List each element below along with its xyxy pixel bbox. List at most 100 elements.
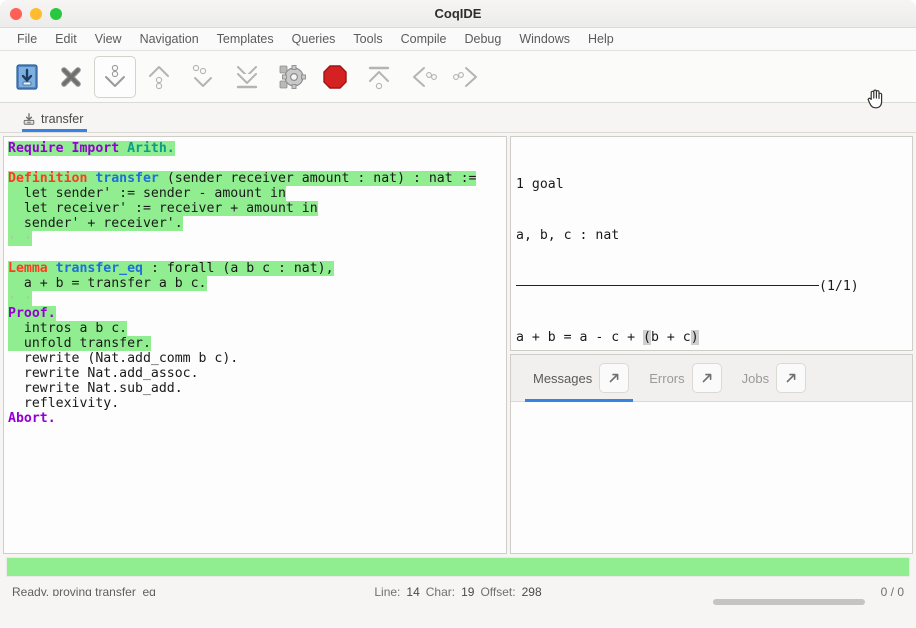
code-line: intros a b c. bbox=[8, 321, 506, 336]
message-pane: Messages Errors Jobs bbox=[510, 354, 913, 554]
detach-jobs-button[interactable] bbox=[776, 363, 807, 393]
close-document-button[interactable] bbox=[50, 56, 92, 98]
code-token: let sender' := sender - amount in bbox=[8, 186, 286, 201]
tab-messages-label: Messages bbox=[533, 370, 593, 386]
code-line: rewrite Nat.add_assoc. bbox=[8, 366, 506, 381]
restart-button[interactable] bbox=[358, 56, 400, 98]
compile-button[interactable] bbox=[270, 56, 312, 98]
goal-separator-row: (1/1) bbox=[516, 278, 912, 295]
message-tabbar: Messages Errors Jobs bbox=[511, 355, 912, 402]
code-token: let receiver' := receiver + amount in bbox=[8, 201, 318, 216]
code-line: let receiver' := receiver + amount in bbox=[8, 201, 506, 216]
code-token: transfer bbox=[95, 171, 159, 186]
code-token: transfer_eq bbox=[55, 261, 143, 276]
go-to-cursor-button[interactable] bbox=[182, 56, 224, 98]
close-document-icon bbox=[61, 66, 81, 87]
code-line: · · bbox=[8, 291, 506, 306]
menu-help[interactable]: Help bbox=[579, 30, 623, 48]
interrupt-stop-icon bbox=[323, 64, 347, 89]
menu-debug[interactable]: Debug bbox=[455, 30, 510, 48]
right-column: 1 goal a, b, c : nat (1/1) a + b = a - c… bbox=[510, 136, 913, 554]
code-line: Definition transfer (sender receiver amo… bbox=[8, 171, 506, 186]
main-split: Require Import Arith. Definition transfe… bbox=[0, 133, 916, 557]
next-error-button[interactable] bbox=[446, 56, 488, 98]
goal-close-paren: ) bbox=[690, 330, 699, 345]
code-token: Lemma bbox=[8, 261, 48, 276]
menu-file[interactable]: File bbox=[8, 30, 46, 48]
tab-jobs-label: Jobs bbox=[741, 370, 770, 386]
statusbar: Ready, proving transfer_eq Line: 14 Char… bbox=[0, 577, 916, 607]
code-token: · · bbox=[8, 291, 32, 306]
code-line: a + b = transfer a b c. bbox=[8, 276, 506, 291]
window-title: CoqIDE bbox=[434, 6, 482, 21]
code-token: Abort. bbox=[8, 411, 56, 426]
code-line: Lemma transfer_eq : forall (a b c : nat)… bbox=[8, 261, 506, 276]
code-line: · · bbox=[8, 231, 506, 246]
document-tabstrip: transfer bbox=[0, 103, 916, 133]
previous-error-icon bbox=[413, 66, 437, 87]
goal-index: (1/1) bbox=[819, 279, 859, 294]
window-controls bbox=[0, 7, 62, 20]
code-token: Require Import bbox=[8, 141, 120, 156]
code-line: unfold transfer. bbox=[8, 336, 506, 351]
menu-navigation[interactable]: Navigation bbox=[131, 30, 208, 48]
code-line: sender' + receiver'. bbox=[8, 216, 506, 231]
backward-one-step-icon bbox=[149, 65, 169, 89]
code-token: · · bbox=[8, 231, 32, 246]
document-tab-transfer[interactable]: transfer bbox=[18, 104, 95, 132]
menu-queries[interactable]: Queries bbox=[283, 30, 345, 48]
minimize-button[interactable] bbox=[30, 7, 42, 20]
code-line: Proof. bbox=[8, 306, 506, 321]
backward-one-step-button[interactable] bbox=[138, 56, 180, 98]
code-token: rewrite (Nat.add_comm b c). bbox=[8, 351, 239, 366]
coqide-window: CoqIDE File Edit View Navigation Templat… bbox=[0, 0, 916, 628]
menu-edit[interactable]: Edit bbox=[46, 30, 86, 48]
save-button[interactable] bbox=[6, 56, 48, 98]
maximize-button[interactable] bbox=[50, 7, 62, 20]
close-button[interactable] bbox=[10, 7, 22, 20]
script-editor-text[interactable]: Require Import Arith. Definition transfe… bbox=[4, 137, 506, 426]
tab-errors[interactable]: Errors bbox=[639, 355, 731, 402]
code-line: Require Import Arith. bbox=[8, 141, 506, 156]
code-token bbox=[119, 141, 128, 156]
goal-pane[interactable]: 1 goal a, b, c : nat (1/1) a + b = a - c… bbox=[510, 136, 913, 351]
tab-messages[interactable]: Messages bbox=[523, 355, 639, 402]
script-editor-pane[interactable]: Require Import Arith. Definition transfe… bbox=[3, 136, 507, 554]
goal-conclusion: a + b = a - c + (b + c) bbox=[516, 329, 912, 346]
detach-arrow-icon bbox=[786, 373, 796, 383]
code-line: Abort. bbox=[8, 411, 506, 426]
forward-one-step-button[interactable] bbox=[94, 55, 136, 98]
window-titlebar: CoqIDE bbox=[0, 0, 916, 28]
menu-templates[interactable]: Templates bbox=[208, 30, 283, 48]
save-icon bbox=[16, 63, 38, 90]
code-token: unfold transfer. bbox=[8, 336, 151, 351]
menu-windows[interactable]: Windows bbox=[510, 30, 579, 48]
interrupt-button[interactable] bbox=[314, 56, 356, 98]
tab-errors-label: Errors bbox=[649, 370, 685, 386]
go-to-end-button[interactable] bbox=[226, 56, 268, 98]
menu-view[interactable]: View bbox=[86, 30, 131, 48]
menu-tools[interactable]: Tools bbox=[344, 30, 391, 48]
horizontal-scrollbar[interactable] bbox=[0, 596, 916, 607]
detach-arrow-icon bbox=[609, 373, 619, 383]
detach-messages-button[interactable] bbox=[599, 363, 630, 393]
mouse-cursor-hand-icon bbox=[867, 89, 883, 109]
code-line: reflexivity. bbox=[8, 396, 506, 411]
detach-errors-button[interactable] bbox=[691, 363, 722, 393]
code-token: reflexivity. bbox=[8, 396, 120, 411]
horizontal-scrollbar-thumb[interactable] bbox=[713, 599, 865, 605]
next-error-icon bbox=[453, 66, 477, 87]
code-token: Definition bbox=[8, 171, 88, 186]
goal-hypotheses: a, b, c : nat bbox=[516, 228, 620, 243]
code-token: Proof. bbox=[8, 306, 56, 321]
menu-compile[interactable]: Compile bbox=[392, 30, 456, 48]
code-token: rewrite Nat.add_assoc. bbox=[8, 366, 199, 381]
code-token: a + b = transfer a b c. bbox=[8, 276, 207, 291]
messages-body[interactable] bbox=[511, 402, 912, 553]
goal-count: 1 goal bbox=[516, 177, 564, 192]
tab-jobs[interactable]: Jobs bbox=[732, 355, 816, 402]
previous-error-button[interactable] bbox=[402, 56, 444, 98]
code-token: intros a b c. bbox=[8, 321, 128, 336]
